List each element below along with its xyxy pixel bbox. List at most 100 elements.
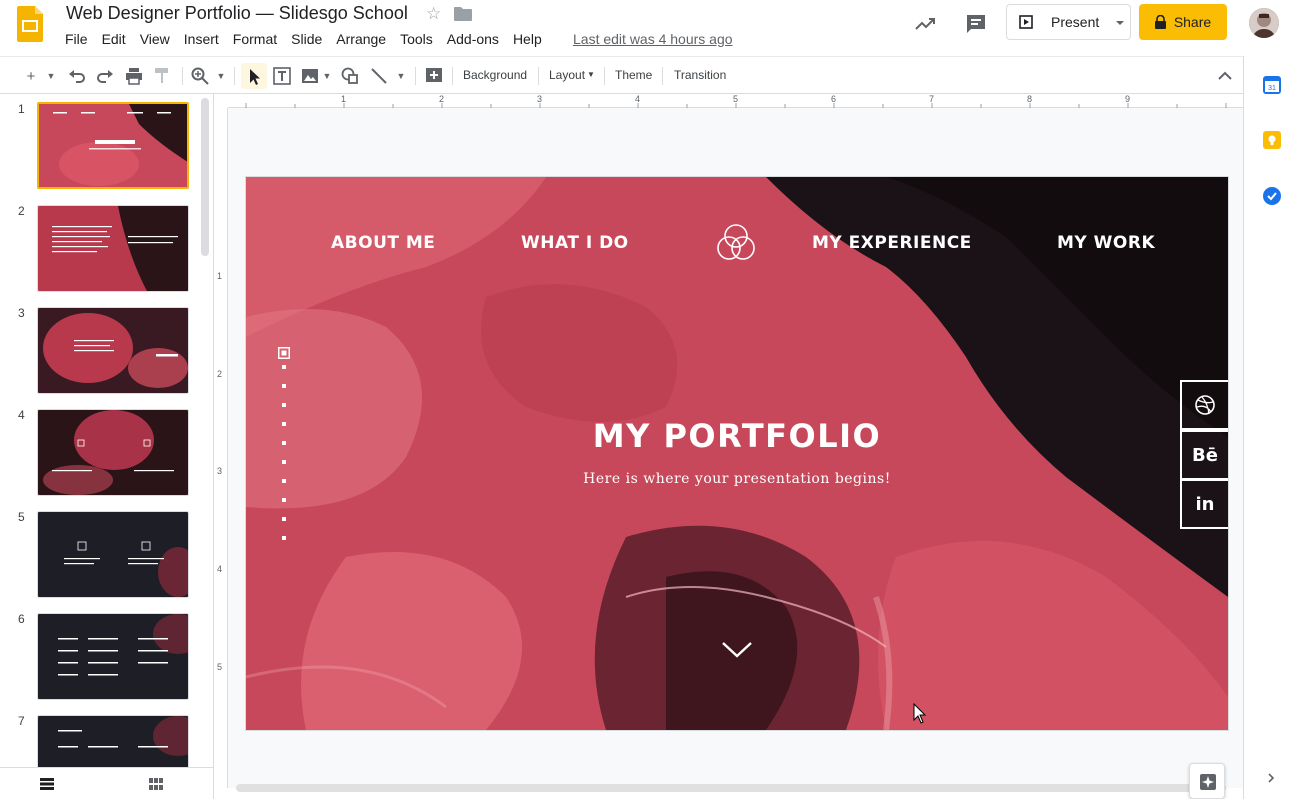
last-edit-link[interactable]: Last edit was 4 hours ago [573, 30, 733, 48]
toolbar-divider [538, 67, 539, 85]
canvas-horizontal-scrollbar[interactable] [236, 784, 1226, 792]
comments-icon[interactable] [964, 12, 988, 36]
menu-tools[interactable]: Tools [393, 30, 440, 48]
calendar-icon[interactable]: 31 [1263, 76, 1281, 94]
image-dropdown-icon[interactable]: ▼ [320, 65, 334, 87]
toolbar-divider [604, 67, 605, 85]
page-dot [282, 498, 286, 502]
slide-number: 1 [18, 102, 25, 116]
slide-number: 2 [18, 204, 25, 218]
menu-format[interactable]: Format [226, 30, 284, 48]
transition-button[interactable]: Transition [674, 68, 726, 82]
tasks-icon[interactable] [1263, 187, 1281, 205]
folder-icon[interactable] [454, 7, 472, 21]
slide-nav-my-work: MY WORK [1057, 233, 1156, 253]
menu-edit[interactable]: Edit [95, 30, 133, 48]
thumbnail-preview [38, 206, 188, 291]
ruler-mark: 9 [1125, 94, 1131, 104]
side-panel: 31 [1243, 56, 1291, 799]
slide-thumbnail-6[interactable] [37, 613, 189, 700]
share-label: Share [1173, 14, 1212, 30]
thumbnail-preview [38, 410, 188, 495]
chevron-down-icon [722, 642, 752, 658]
theme-button[interactable]: Theme [615, 68, 652, 82]
ruler-mark: 1 [217, 271, 223, 281]
thumbnail-preview [38, 512, 188, 597]
grid-view-icon[interactable] [149, 778, 163, 790]
slide-thumbnail-2[interactable] [37, 205, 189, 292]
menu-slide[interactable]: Slide [284, 30, 329, 48]
background-button[interactable]: Background [463, 68, 527, 82]
present-dropdown-button[interactable] [1109, 4, 1131, 40]
undo-icon[interactable] [67, 65, 87, 87]
slide-title: MY PORTFOLIO [592, 417, 882, 455]
toolbar-divider [662, 67, 663, 85]
share-button[interactable]: Share [1139, 4, 1227, 40]
page-dot [282, 365, 286, 369]
page-dot [282, 403, 286, 407]
mouse-cursor-icon [913, 703, 927, 724]
menu-addons[interactable]: Add-ons [440, 30, 506, 48]
slide-thumbnail-3[interactable] [37, 307, 189, 394]
present-icon [1019, 15, 1033, 29]
social-behance: Bē [1180, 430, 1228, 480]
menu-view[interactable]: View [133, 30, 177, 48]
layout-dropdown-icon[interactable]: ▼ [587, 70, 595, 79]
document-title[interactable]: Web Designer Portfolio — Slidesgo School [66, 3, 408, 24]
add-comment-icon[interactable] [424, 65, 444, 87]
social-dribbble [1180, 380, 1228, 430]
page-dot [282, 517, 286, 521]
menu-insert[interactable]: Insert [177, 30, 226, 48]
slide-thumbnail-5[interactable] [37, 511, 189, 598]
paint-format-icon[interactable] [152, 65, 172, 87]
star-icon[interactable]: ☆ [426, 4, 441, 24]
ruler-mark: 6 [831, 94, 837, 104]
editor-toolbar: + ▼ ▼ ▼ ▼ Background Layout ▼ Theme Tran… [0, 56, 1243, 94]
explore-icon [1200, 774, 1216, 790]
page-dot [282, 384, 286, 388]
vertical-ruler[interactable]: 1 2 3 4 5 [214, 108, 228, 788]
line-icon[interactable] [369, 65, 389, 87]
menu-arrange[interactable]: Arrange [329, 30, 393, 48]
slide-thumbnail-4[interactable] [37, 409, 189, 496]
layout-button[interactable]: Layout [549, 68, 585, 82]
svg-text:31: 31 [1268, 85, 1276, 92]
horizontal-ruler[interactable]: 1 2 3 4 5 6 7 8 9 [228, 94, 1243, 108]
logo-circles-icon [717, 224, 755, 260]
menu-help[interactable]: Help [506, 30, 549, 48]
present-label: Present [1051, 14, 1100, 30]
redo-icon[interactable] [95, 65, 115, 87]
text-box-icon[interactable] [272, 65, 292, 87]
ruler-mark: 8 [1027, 94, 1033, 104]
select-tool-button[interactable] [241, 63, 267, 89]
zoom-dropdown-icon[interactable]: ▼ [214, 65, 228, 87]
user-avatar[interactable] [1249, 8, 1279, 38]
shape-icon[interactable] [340, 65, 360, 87]
expand-panel-icon[interactable] [1264, 771, 1278, 785]
filmstrip-scrollbar[interactable] [201, 98, 209, 256]
collapse-toolbar-icon[interactable] [1215, 65, 1235, 87]
slide-thumbnail-1[interactable] [37, 102, 189, 189]
image-icon[interactable] [300, 65, 320, 87]
slides-logo-icon[interactable] [17, 6, 43, 42]
zoom-icon[interactable] [190, 65, 210, 87]
toolbar-divider [234, 67, 235, 85]
chevron-down-icon [1116, 21, 1124, 25]
behance-icon: Bē [1192, 444, 1218, 466]
explore-button[interactable] [1189, 763, 1225, 799]
ruler-mark: 2 [217, 369, 223, 379]
new-slide-dropdown-icon[interactable]: ▼ [44, 65, 58, 87]
page-dot [282, 460, 286, 464]
menu-file[interactable]: File [58, 30, 95, 48]
slide-filmstrip: 1 2 3 4 5 6 7 [0, 94, 214, 799]
lock-icon [1154, 15, 1166, 29]
print-icon[interactable] [124, 65, 144, 87]
linkedin-icon: in [1195, 493, 1215, 515]
present-button[interactable]: Present [1006, 4, 1110, 40]
new-slide-icon[interactable]: + [22, 65, 40, 87]
line-dropdown-icon[interactable]: ▼ [394, 65, 408, 87]
activity-trend-icon[interactable] [913, 12, 937, 36]
slide-canvas[interactable]: ABOUT ME WHAT I DO MY EXPERIENCE MY WORK… [246, 177, 1228, 730]
filmstrip-view-icon[interactable] [40, 778, 54, 790]
keep-icon[interactable] [1263, 131, 1281, 149]
